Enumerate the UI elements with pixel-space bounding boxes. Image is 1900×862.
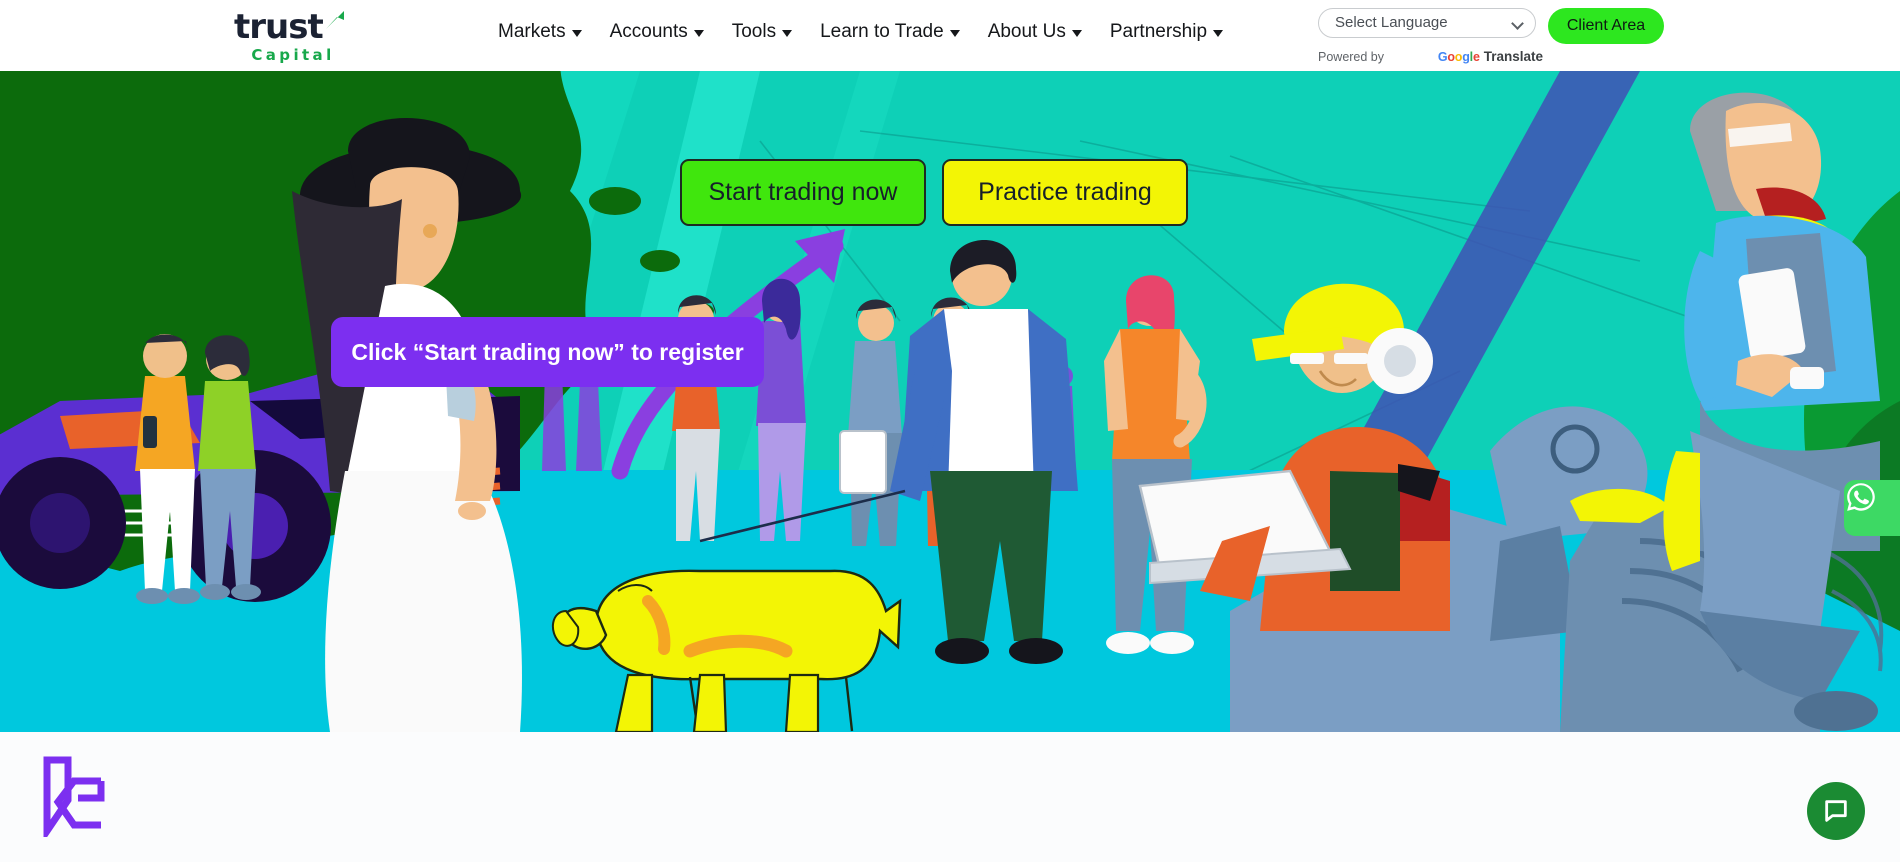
chevron-down-icon	[782, 30, 793, 37]
site-header: trust Capital Markets Accounts Tools Lea…	[0, 0, 1900, 71]
hero-banner: Start trading now Practice trading Click…	[0, 71, 1900, 732]
live-chat-button[interactable]	[1807, 782, 1865, 840]
client-area-button[interactable]: Client Area	[1548, 8, 1664, 44]
footer-logo-icon[interactable]	[38, 755, 110, 837]
callout-text: Click “Start trading now” to register	[351, 338, 744, 365]
nav-label: Learn to Trade	[820, 21, 944, 42]
site-logo[interactable]: trust Capital	[228, 6, 358, 66]
nav-label: Partnership	[1109, 21, 1208, 42]
translate-label: Translate	[1483, 49, 1543, 64]
google-translate-brand[interactable]: Google Translate	[1438, 49, 1543, 64]
logo-mark: trust	[234, 9, 352, 45]
hero-cta-group: Start trading now Practice trading	[680, 159, 1188, 226]
logo-tagline: Capital	[251, 45, 335, 64]
main-navigation: Markets Accounts Tools Learn to Trade Ab…	[498, 21, 1224, 43]
nav-label: Accounts	[609, 21, 688, 42]
chat-bubble-icon	[1825, 800, 1847, 822]
site-footer	[0, 732, 1900, 862]
chevron-down-icon	[1071, 30, 1082, 37]
figure-woman-hat	[292, 117, 522, 732]
nav-item-partnership[interactable]: Partnership	[1109, 21, 1224, 43]
start-trading-button[interactable]: Start trading now	[680, 159, 926, 226]
nav-label: Markets	[498, 21, 566, 42]
google-logo-icon: Google	[1437, 50, 1480, 64]
google-translate-attribution: Powered by Google Translate	[1318, 49, 1543, 64]
page-root: trust Capital Markets Accounts Tools Lea…	[0, 0, 1900, 862]
logo-wordmark: trust	[234, 6, 324, 47]
nav-item-learn-to-trade[interactable]: Learn to Trade	[820, 21, 960, 43]
chevron-down-icon	[693, 30, 704, 37]
chevron-down-icon	[571, 30, 582, 37]
register-callout: Click “Start trading now” to register	[331, 317, 764, 387]
nav-item-tools[interactable]: Tools	[731, 21, 793, 43]
logo-arrow-icon	[326, 10, 344, 29]
nav-label: Tools	[731, 21, 777, 42]
chevron-down-icon	[949, 30, 960, 37]
whatsapp-icon	[1847, 483, 1875, 511]
powered-by-label: Powered by	[1318, 50, 1385, 64]
nav-item-accounts[interactable]: Accounts	[610, 21, 704, 43]
nav-label: About Us	[987, 21, 1066, 42]
language-selector-wrap: Select Language	[1318, 8, 1536, 38]
practice-trading-button[interactable]: Practice trading	[942, 159, 1188, 226]
whatsapp-button[interactable]	[1844, 480, 1900, 536]
chevron-down-icon	[1213, 30, 1224, 37]
language-select[interactable]: Select Language	[1318, 8, 1536, 38]
nav-item-markets[interactable]: Markets	[498, 21, 582, 43]
nav-item-about-us[interactable]: About Us	[988, 21, 1082, 43]
